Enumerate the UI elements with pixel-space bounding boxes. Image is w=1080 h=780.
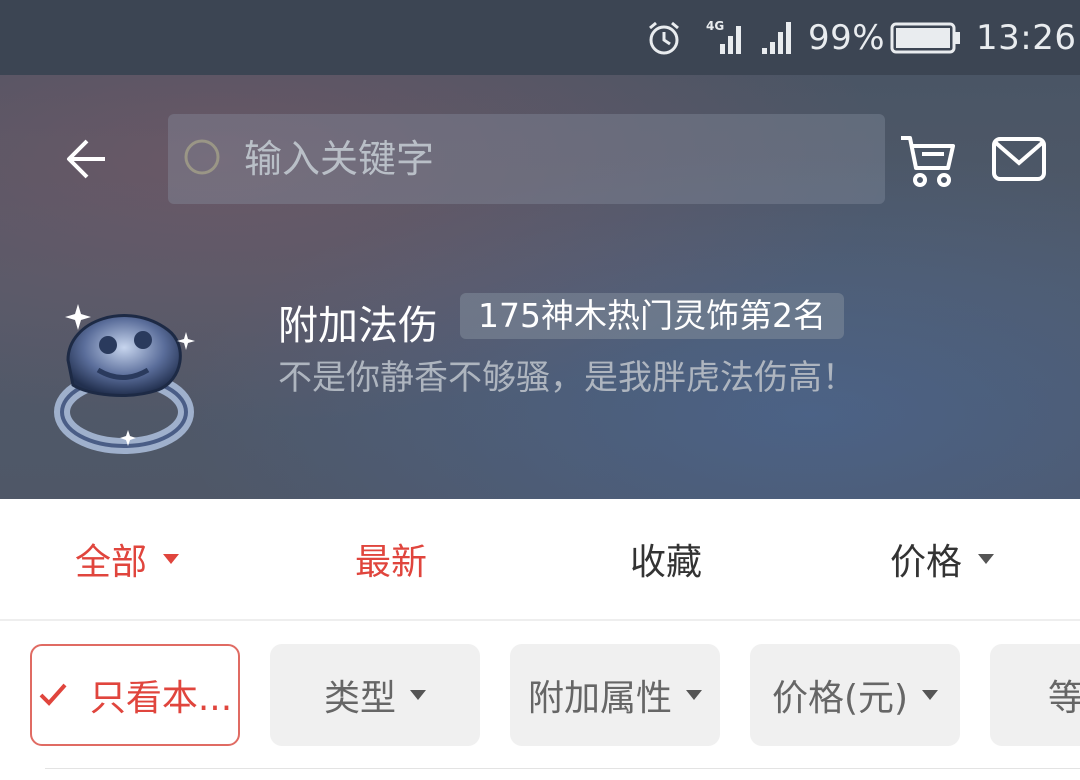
filter-chip-type[interactable]: 类型: [270, 644, 480, 746]
search-bar[interactable]: [168, 114, 885, 204]
dropdown-caret-icon: [686, 690, 702, 700]
tab-label: 收藏: [630, 542, 703, 583]
dropdown-caret-icon: [410, 690, 426, 700]
filter-chip-price[interactable]: 价格(元): [750, 644, 960, 746]
dropdown-caret-icon: [922, 690, 939, 700]
clock-time: 13:26: [976, 17, 1077, 58]
filter-chip-only-server[interactable]: 只看本...: [30, 644, 240, 746]
network-label: 4G: [706, 19, 724, 33]
tab-latest[interactable]: 最新: [355, 499, 427, 619]
network-4g-icon: 4G: [704, 0, 746, 75]
cart-button[interactable]: [898, 130, 960, 192]
back-button[interactable]: [55, 127, 119, 191]
chip-label: 等: [1048, 678, 1080, 719]
tab-label: 最新: [355, 542, 428, 583]
chip-label: 价格(元): [771, 678, 909, 719]
battery-icon: [890, 0, 962, 75]
tab-price[interactable]: 价格: [890, 499, 995, 619]
status-bar: 4G 99% 13:26: [0, 0, 1080, 75]
back-arrow-icon: [67, 139, 105, 179]
shopping-cart-icon: [901, 136, 955, 187]
filter-chip-level[interactable]: 等: [990, 644, 1080, 746]
search-icon: [184, 139, 220, 175]
checkmark-icon: [39, 683, 67, 706]
filter-chip-attribute[interactable]: 附加属性: [510, 644, 720, 746]
rank-badge: 175神木热门灵饰第2名: [460, 293, 844, 339]
envelope-icon: [992, 137, 1046, 181]
dropdown-caret-icon: [163, 554, 180, 564]
signal-strength-icon: [760, 0, 796, 75]
tab-favorites[interactable]: 收藏: [630, 499, 702, 619]
chip-label: 类型: [323, 678, 396, 719]
message-button[interactable]: [990, 133, 1050, 189]
chip-label: 只看本...: [89, 678, 233, 719]
alarm-clock-icon: [644, 0, 684, 75]
ring-item-icon: [38, 290, 206, 460]
item-header: 附加法伤 175神木热门灵饰第2名 不是你静香不够骚，是我胖虎法伤高！: [0, 75, 1080, 499]
filter-bar: 只看本... 类型 附加属性 价格(元) 等: [0, 621, 1080, 780]
sort-tabs: 全部 最新 收藏 价格: [0, 499, 1080, 621]
tab-label: 全部: [75, 542, 148, 583]
tab-all[interactable]: 全部: [75, 499, 180, 619]
divider: [45, 768, 1080, 769]
item-name: 附加法伤: [278, 303, 438, 349]
tab-label: 价格: [890, 542, 963, 583]
battery-percent: 99%: [808, 17, 886, 58]
search-input[interactable]: [242, 136, 866, 182]
chip-label: 附加属性: [527, 678, 672, 719]
item-description: 不是你静香不够骚，是我胖虎法伤高！: [278, 358, 856, 398]
dropdown-caret-icon: [978, 554, 995, 564]
